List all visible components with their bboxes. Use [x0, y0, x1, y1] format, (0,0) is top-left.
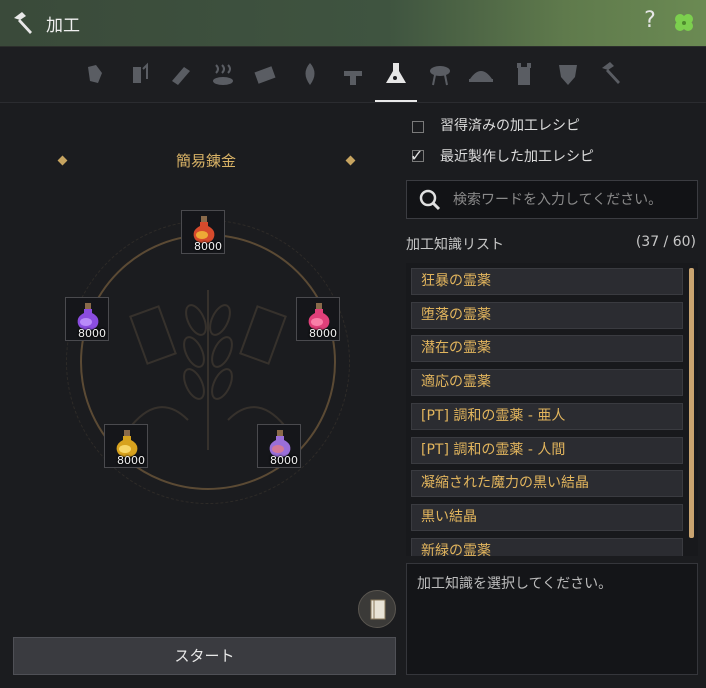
knowledge-list-item[interactable]: 新緑の霊薬: [411, 537, 683, 556]
knowledge-list-item[interactable]: 黒い結晶: [411, 503, 683, 531]
start-button[interactable]: スタート: [13, 637, 396, 675]
processing-tab-bar: [0, 47, 706, 103]
heating-icon: [133, 62, 148, 83]
learned-recipes-checkbox[interactable]: [412, 121, 424, 133]
recent-recipes-label: 最近製作した加工レシピ: [440, 149, 594, 165]
learned-recipes-label: 習得済みの加工レシピ: [440, 118, 580, 134]
ingredient-count: 8000: [194, 240, 222, 253]
tab-chopping[interactable]: [166, 59, 196, 89]
knowledge-list-item[interactable]: 堕落の霊薬: [411, 301, 683, 329]
ingredient-slot-violet-potion[interactable]: 8000: [257, 424, 301, 468]
knowledge-list-item[interactable]: 狂暴の霊薬: [411, 268, 683, 295]
tab-guild-shield[interactable]: [553, 59, 583, 89]
knowledge-description-placeholder: 加工知識を選択してください。: [417, 576, 613, 592]
knowledge-list-item[interactable]: 潜在の霊薬: [411, 335, 683, 363]
clover-icon[interactable]: [672, 11, 696, 35]
knowledge-list-title: 加工知識リスト: [406, 237, 504, 253]
ingredient-count: 8000: [270, 454, 298, 467]
filtering-icon: [305, 63, 315, 85]
tab-grinding[interactable]: [250, 59, 280, 89]
shaking-icon: [344, 71, 362, 85]
castle-icon: [517, 63, 531, 85]
tab-drying[interactable]: [208, 59, 238, 89]
tab-hammer[interactable]: [596, 59, 626, 89]
tab-alchemy[interactable]: [375, 59, 417, 102]
knowledge-list-item[interactable]: [PT] 調和の霊薬 - 亜人: [411, 402, 683, 430]
hammer-icon: [14, 12, 32, 34]
tab-filtering[interactable]: [295, 59, 325, 89]
tab-heating[interactable]: [123, 59, 153, 89]
window-title: 加工: [46, 16, 80, 36]
search-input[interactable]: [451, 186, 695, 214]
help-button[interactable]: ?: [640, 8, 660, 33]
guild-shield-icon: [559, 65, 577, 85]
title-bar: 加工 ?: [0, 0, 706, 47]
knowledge-list-item[interactable]: [PT] 調和の霊薬 - 人間: [411, 436, 683, 464]
gathering-icon: [88, 65, 102, 83]
tab-cooking[interactable]: [466, 59, 496, 89]
grill-icon: [430, 66, 450, 86]
knowledge-description-panel: 加工知識を選択してください。: [406, 563, 698, 675]
knowledge-list-item[interactable]: 凝縮された魔力の黒い結晶: [411, 470, 683, 498]
knowledge-list-count: (37 / 60): [635, 234, 696, 250]
ingredient-count: 8000: [78, 327, 106, 340]
search-icon: [419, 189, 441, 211]
tab-gathering[interactable]: [80, 59, 110, 89]
hammer-icon: [602, 62, 620, 84]
tab-shaking[interactable]: [338, 59, 368, 89]
book-icon: [370, 599, 386, 620]
ingredient-slot-purple-potion[interactable]: 8000: [65, 297, 109, 341]
tab-castle[interactable]: [509, 59, 539, 89]
recipe-book-button[interactable]: [358, 590, 396, 628]
ingredient-slot-yellow-potion[interactable]: 8000: [104, 424, 148, 468]
chopping-icon: [172, 67, 190, 85]
ingredient-count: 8000: [309, 327, 337, 340]
grinding-icon: [254, 66, 276, 84]
ingredient-count: 8000: [117, 454, 145, 467]
alchemy-icon: [386, 63, 406, 83]
ingredient-slot-pink-potion[interactable]: 8000: [296, 297, 340, 341]
search-box: [406, 180, 698, 219]
ingredient-slot-red-potion[interactable]: 8000: [181, 210, 225, 254]
knowledge-list: 狂暴の霊薬堕落の霊薬潜在の霊薬適応の霊薬 [PT] 調和の霊薬 - 亜人 [PT] …: [406, 263, 698, 556]
checkmark-icon: ✓: [410, 146, 424, 165]
knowledge-list-item[interactable]: 適応の霊薬: [411, 369, 683, 397]
tab-grill[interactable]: [425, 59, 455, 89]
knowledge-list-scrollbar[interactable]: [689, 268, 694, 538]
drying-icon: [213, 64, 233, 85]
cooking-icon: [469, 71, 493, 82]
